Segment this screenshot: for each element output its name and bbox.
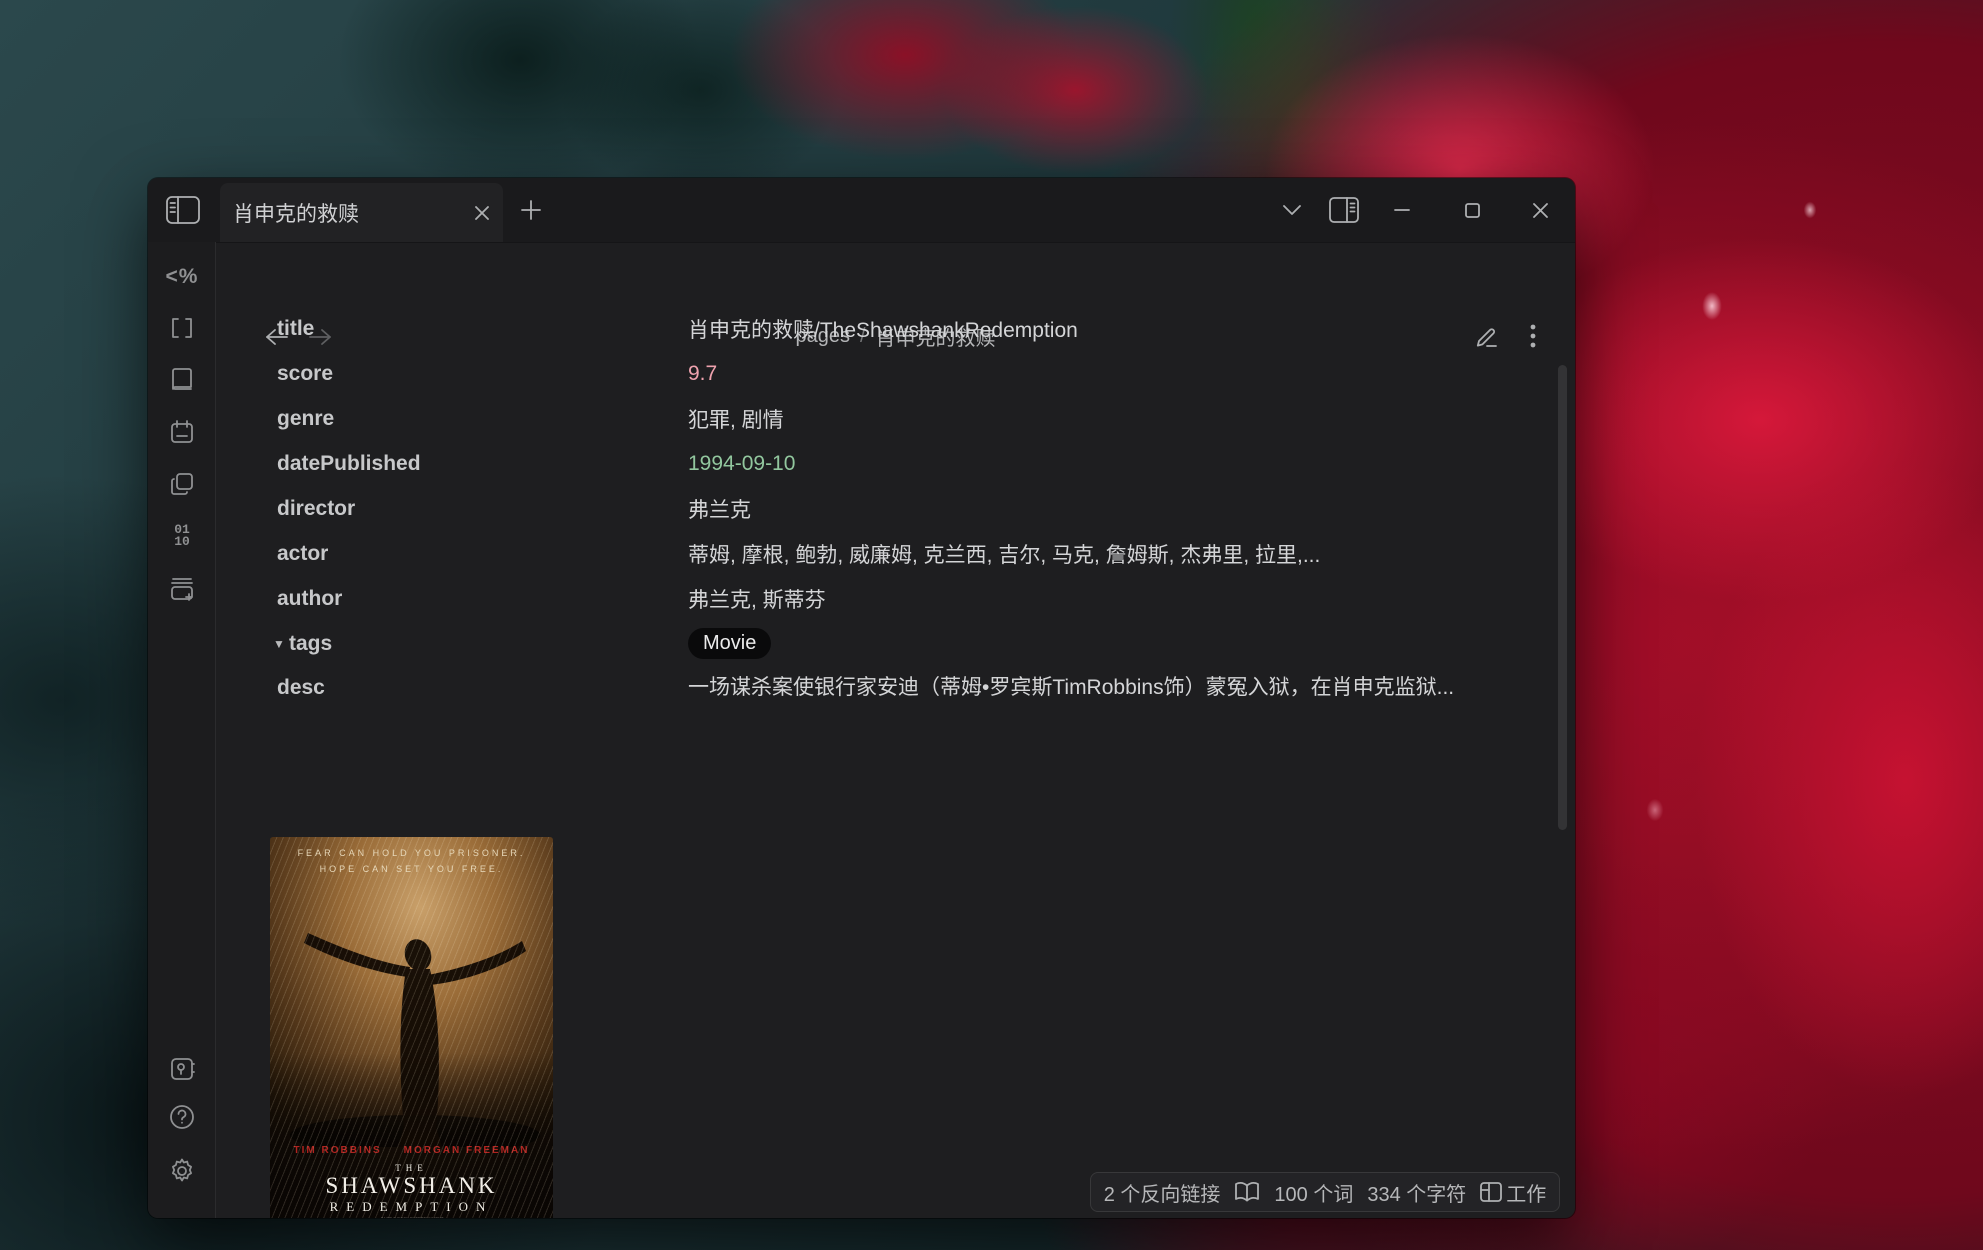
attr-key-score: score (277, 362, 688, 386)
close-window-icon[interactable] (1518, 190, 1562, 230)
backlinks-count[interactable]: 2 个反向链接 (1104, 1178, 1221, 1207)
attr-value-actor[interactable]: 蒂姆, 摩根, 鲍勃, 威廉姆, 克兰西, 吉尔, 马克, 詹姆斯, 杰弗里, … (688, 539, 1320, 569)
binary-icon[interactable]: 0110 (161, 515, 203, 557)
attr-key-datePublished: datePublished (277, 452, 688, 476)
attr-key-desc: desc (277, 670, 688, 700)
tag-pill-movie[interactable]: Movie (688, 628, 771, 659)
attr-row-title: title 肖申克的救赎/TheShawshankRedemption (277, 306, 1488, 351)
collection-add-icon[interactable] (161, 567, 203, 609)
notebook-icon[interactable] (161, 359, 203, 401)
poster-actor-names: TIM ROBBINS MORGAN FREEMAN (270, 1145, 553, 1156)
attr-value-director[interactable]: 弗兰克 (688, 494, 751, 524)
template-icon[interactable]: <% (161, 256, 203, 298)
workspace-name: 工作 (1506, 1178, 1546, 1207)
attr-key-director: director (277, 497, 688, 521)
attr-key-title: title (277, 317, 688, 341)
copy-pages-icon[interactable] (161, 463, 203, 505)
attr-key-author: author (277, 587, 688, 611)
attr-row-datePublished: datePublished 1994-09-10 (277, 441, 1488, 486)
attr-key-tags-label: tags (289, 632, 332, 656)
poster-title-main: SHAWSHANK (270, 1173, 553, 1199)
attr-row-genre: genre 犯罪, 剧情 (277, 396, 1488, 441)
attr-key-actor: actor (277, 542, 688, 566)
tab-title: 肖申克的救赎 (233, 198, 467, 228)
word-count: 100 个词 (1274, 1178, 1353, 1207)
attr-row-tags: ▼ tags Movie (277, 621, 1488, 666)
poster-tagline-2: HOPE CAN SET YOU FREE. (270, 864, 553, 874)
attr-row-desc: desc 一场谋杀案使银行家安迪（蒂姆•罗宾斯TimRobbins饰）蒙冤入狱，… (277, 666, 1488, 706)
sidebar-toggle-icon[interactable] (162, 190, 204, 230)
attribute-table: title 肖申克的救赎/TheShawshankRedemption scor… (277, 306, 1488, 706)
attr-row-score: score 9.7 (277, 351, 1488, 396)
attr-value-genre[interactable]: 犯罪, 剧情 (688, 404, 784, 434)
brackets-icon[interactable] (161, 307, 203, 349)
new-tab-button[interactable] (510, 190, 552, 230)
movie-poster-image[interactable]: FEAR CAN HOLD YOU PRISONER. HOPE CAN SET… (270, 837, 553, 1218)
attr-key-tags: ▼ tags (277, 632, 688, 656)
statusbar: 2 个反向链接 100 个词 334 个字符 工作 (1090, 1172, 1560, 1212)
calendar-icon[interactable] (161, 411, 203, 453)
app-window: 肖申克的救赎 (148, 178, 1575, 1218)
poster-actor-right: MORGAN FREEMAN (404, 1145, 530, 1156)
poster-credits: CASTLE ROCK ENTERTAINMENT FRANK DARABONT… (270, 1217, 553, 1218)
window-menu-chevron-icon[interactable] (1270, 190, 1314, 230)
poster-title-the: THE (270, 1163, 553, 1173)
settings-gear-icon[interactable] (161, 1150, 203, 1192)
editor-content: pages / 肖申克的救赎 title 肖申克的救赎/TheShawshank… (216, 242, 1575, 1218)
tab-close-icon[interactable] (467, 198, 497, 228)
char-count: 334 个字符 (1367, 1178, 1466, 1207)
more-options-kebab-icon[interactable] (1512, 315, 1554, 357)
poster-tagline-1: FEAR CAN HOLD YOU PRISONER. (270, 848, 553, 858)
collapse-caret-icon[interactable]: ▼ (273, 637, 289, 651)
poster-actor-left: TIM ROBBINS (294, 1145, 382, 1156)
poster-title-sub: REDEMPTION (270, 1199, 553, 1215)
dock-panel-icon[interactable] (1322, 190, 1366, 230)
attr-value-desc[interactable]: 一场谋杀案使银行家安迪（蒂姆•罗宾斯TimRobbins饰）蒙冤入狱，在肖申克监… (688, 670, 1488, 706)
titlebar: 肖申克的救赎 (148, 178, 1575, 243)
attr-key-genre: genre (277, 407, 688, 431)
poster-figure-silhouette (270, 877, 553, 1147)
attr-row-actor: actor 蒂姆, 摩根, 鲍勃, 威廉姆, 克兰西, 吉尔, 马克, 詹姆斯,… (277, 531, 1488, 576)
left-dock: <% 0110 (148, 242, 216, 1218)
tab-shawshank[interactable]: 肖申克的救赎 (220, 183, 503, 242)
minimize-icon[interactable] (1380, 190, 1424, 230)
content-scrollbar[interactable] (1558, 365, 1567, 830)
maximize-icon[interactable] (1450, 190, 1494, 230)
attr-value-title[interactable]: 肖申克的救赎/TheShawshankRedemption (688, 314, 1078, 344)
safe-vault-icon[interactable] (161, 1048, 203, 1090)
help-icon[interactable] (161, 1096, 203, 1138)
attr-value-score[interactable]: 9.7 (688, 362, 717, 386)
attr-row-author: author 弗兰克, 斯蒂芬 (277, 576, 1488, 621)
workspace-icon (1480, 1182, 1502, 1202)
attr-row-director: director 弗兰克 (277, 486, 1488, 531)
attr-value-author[interactable]: 弗兰克, 斯蒂芬 (688, 584, 826, 614)
attr-value-datePublished[interactable]: 1994-09-10 (688, 452, 795, 476)
book-icon[interactable] (1234, 1181, 1260, 1203)
workspace-switcher[interactable]: 工作 (1480, 1178, 1546, 1207)
